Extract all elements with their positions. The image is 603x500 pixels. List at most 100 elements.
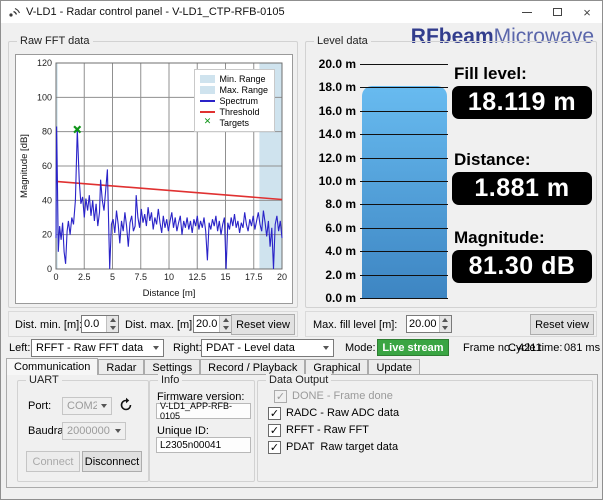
connect-button[interactable]: Connect	[26, 451, 80, 472]
chevron-down-icon	[97, 404, 111, 408]
dist-max-spinner[interactable]: 20.0	[193, 315, 233, 333]
refresh-ports-button[interactable]	[118, 397, 134, 416]
tank-tick-label: 16.0 m	[318, 103, 356, 118]
chevron-down-icon	[149, 346, 163, 350]
legend-label: Targets	[219, 117, 249, 128]
checkbox-row[interactable]: ✓ RADC - Raw ADC data	[268, 406, 399, 420]
dist-min-label: Dist. min. [m]:	[15, 319, 83, 331]
svg-text:2.5: 2.5	[78, 272, 91, 282]
unique-id-field[interactable]: L2305n00041	[156, 437, 251, 453]
uart-group-label: UART	[26, 374, 62, 386]
svg-text:Distance [m]: Distance [m]	[143, 288, 196, 299]
checkbox-row: ✓ DONE - Frame done	[274, 389, 393, 403]
tabstrip: Communication Radar Settings Record / Playb…	[6, 358, 420, 375]
svg-text:80: 80	[42, 127, 52, 137]
tab-settings[interactable]: Settings	[144, 359, 201, 375]
fill-level-heading: Fill level:	[454, 64, 527, 83]
minimize-button[interactable]	[512, 1, 542, 23]
level-reset-view-button[interactable]: Reset view	[530, 314, 594, 335]
raw-fft-group-label: Raw FFT data	[17, 35, 93, 47]
tank-tick-label: 2.0 m	[325, 267, 356, 282]
tank-tick-label: 20.0 m	[318, 57, 356, 71]
right-stream-label: Right:	[173, 342, 202, 354]
svg-text:20: 20	[277, 272, 287, 282]
tank-tick-line	[360, 134, 448, 136]
max-fill-spinner-arrows[interactable]	[438, 316, 451, 332]
left-stream-select[interactable]: RFFT - Raw FFT data	[31, 339, 164, 357]
legend-label: Threshold	[219, 106, 260, 117]
level-data-group-label: Level data	[314, 35, 371, 47]
dist-min-value[interactable]: 0.0	[82, 316, 106, 332]
left-stream-value: RFFT - Raw FFT data	[36, 342, 144, 354]
baudrate-select[interactable]: 2000000	[62, 422, 126, 440]
tab-update[interactable]: Update	[368, 359, 420, 375]
level-data-groupbox: Level data 20.0 m 18.0 m 16.0 m 14.0 m 12.0 …	[305, 35, 597, 308]
tank-tick-label: 8.0 m	[325, 197, 356, 212]
tank-tick-line	[360, 157, 448, 159]
maximize-button[interactable]	[542, 1, 572, 23]
tab-graphical[interactable]: Graphical	[305, 359, 369, 375]
tank-tick-line	[360, 298, 448, 299]
tab-communication[interactable]: Communication	[6, 358, 99, 375]
minimize-icon	[522, 11, 532, 13]
checkbox-row[interactable]: ✓ RFFT - Raw FFT	[268, 423, 369, 437]
tank-tick-line	[360, 87, 448, 89]
dist-min-spinner[interactable]: 0.0	[81, 315, 119, 333]
close-icon: ×	[583, 4, 591, 20]
tab-record-playback[interactable]: Record / Playback	[200, 359, 306, 375]
max-fill-label: Max. fill level [m]:	[313, 319, 398, 331]
maximize-icon	[552, 8, 562, 16]
right-stream-select[interactable]: PDAT - Level data	[201, 339, 334, 357]
tank-tick-label: 10.0 m	[318, 174, 356, 188]
port-select[interactable]: COM23	[62, 397, 112, 415]
legend-entry: Spectrum	[199, 95, 268, 106]
data-output-group-label: Data Output	[266, 374, 332, 386]
checkbox-icon[interactable]: ✓	[268, 423, 281, 437]
fft-chart[interactable]: 0 2.5 5 7.5 10 12.5 15 17.5 20 0 20 40 6…	[15, 54, 293, 304]
checkbox-label: DONE - Frame done	[292, 390, 393, 402]
legend-swatch	[199, 85, 215, 94]
svg-text:Magnitude [dB]: Magnitude [dB]	[19, 134, 30, 198]
svg-text:40: 40	[42, 195, 52, 205]
left-stream-label: Left:	[9, 342, 31, 354]
dist-max-label: Dist. max. [m]:	[125, 319, 196, 331]
chart-legend: Min. Range Max. Range Spectrum Threshold ✕ Ta…	[194, 69, 275, 132]
svg-text:5: 5	[110, 272, 115, 282]
fft-reset-view-button[interactable]: Reset view	[231, 314, 295, 335]
max-fill-spinner[interactable]: 20.00	[406, 315, 452, 333]
svg-text:0: 0	[47, 264, 52, 274]
legend-label: Spectrum	[219, 95, 258, 106]
checkbox-icon[interactable]: ✓	[268, 440, 281, 454]
cycle-time-value: 081 ms	[564, 342, 601, 354]
legend-entry: Threshold	[199, 106, 268, 117]
tank-tick-line	[360, 181, 448, 182]
tank-tick-label: 14.0 m	[318, 127, 356, 142]
legend-swatch	[199, 74, 215, 83]
info-groupbox: Info Firmware version: V-LD1_APP-RFB-010…	[149, 374, 255, 482]
data-output-groupbox: Data Output ✓ DONE - Frame done ✓ RADC -…	[257, 374, 593, 482]
disconnect-button[interactable]: Disconnect	[82, 451, 142, 472]
firmware-value-field[interactable]: V-LD1_APP-RFB-0105	[156, 401, 251, 421]
max-fill-value[interactable]: 20.00	[407, 316, 439, 332]
dist-min-spinner-arrows[interactable]	[106, 316, 118, 332]
checkbox-row[interactable]: ✓ PDAT Raw target data	[268, 440, 398, 454]
distance-heading: Distance:	[454, 150, 531, 169]
fill-level-value: 18.119 m	[452, 86, 592, 119]
close-button[interactable]: ×	[572, 1, 602, 23]
tank-tick-label: 0.0 m	[325, 291, 356, 305]
checkbox-icon[interactable]: ✓	[268, 406, 281, 420]
tank-fill	[362, 86, 447, 298]
svg-text:12.5: 12.5	[188, 272, 206, 282]
dist-max-value[interactable]: 20.0	[194, 316, 219, 332]
chevron-down-icon	[319, 346, 333, 350]
tab-radar[interactable]: Radar	[98, 359, 145, 375]
tank-tick-label: 18.0 m	[318, 80, 356, 95]
right-stream-value: PDAT - Level data	[206, 342, 295, 354]
tank-tick-line	[360, 64, 448, 65]
dist-max-spinner-arrows[interactable]	[219, 316, 232, 332]
checkbox-label: RADC - Raw ADC data	[286, 407, 400, 419]
cycle-time-label: Cycle time:	[508, 342, 563, 354]
tank-tick-label: 12.0 m	[318, 150, 356, 165]
mode-badge: Live stream	[377, 339, 449, 356]
legend-swatch	[199, 110, 215, 113]
